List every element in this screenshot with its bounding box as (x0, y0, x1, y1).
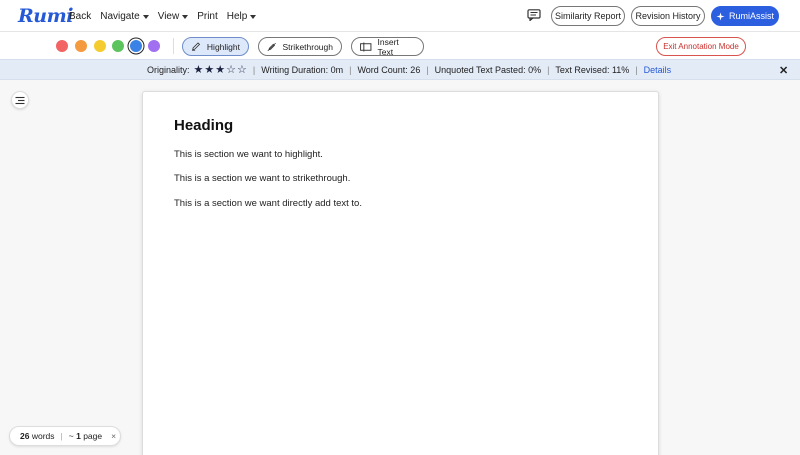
navigate-label: Navigate (100, 11, 140, 22)
exit-annotation-mode-button[interactable]: Exit Annotation Mode (656, 37, 746, 56)
document-paragraph[interactable]: This is section we want to highlight. (174, 149, 323, 160)
document-paragraph[interactable]: This is a section we want directly add t… (174, 198, 362, 209)
view-menu[interactable]: View (158, 11, 189, 22)
status-divider: | (635, 65, 638, 75)
status-divider: | (349, 65, 352, 75)
highlight-button[interactable]: Highlight (182, 37, 249, 56)
footer-page-prefix: ~ (68, 431, 74, 441)
close-icon[interactable]: ✕ (779, 64, 788, 77)
details-link[interactable]: Details (644, 65, 672, 75)
back-link[interactable]: Back (69, 11, 91, 22)
text-revised: Text Revised: 11% (555, 65, 630, 75)
insert-text-label: Insert Text (377, 36, 399, 57)
star-filled-icon: ★ (215, 63, 226, 76)
rumi-logo[interactable]: Rumi (18, 5, 73, 27)
footer-divider: | (60, 431, 63, 441)
star-filled-icon: ★ (204, 63, 215, 76)
pencil-icon (192, 42, 201, 51)
strikethrough-label: Strikethrough (282, 41, 333, 52)
color-swatch-green[interactable] (112, 40, 124, 52)
document-paragraph[interactable]: This is a section we want to strikethrou… (174, 173, 350, 184)
color-swatch-purple[interactable] (148, 40, 160, 52)
document-page[interactable]: Heading This is section we want to highl… (142, 91, 659, 455)
help-label: Help (226, 11, 248, 22)
word-count-widget: 26 words | ~ 1 page × (9, 426, 121, 446)
strikethrough-button[interactable]: Strikethrough (258, 37, 342, 56)
star-empty-icon: ☆ (226, 63, 237, 76)
revision-history-button[interactable]: Revision History (631, 6, 705, 26)
print-link[interactable]: Print (197, 11, 218, 22)
strike-pencil-icon (267, 42, 276, 51)
color-swatch-yellow[interactable] (94, 40, 106, 52)
footer-words-label: words (31, 431, 55, 441)
similarity-report-button[interactable]: Similarity Report (551, 6, 625, 26)
list-icon (15, 96, 25, 104)
originality-status-bar: Originality: ★ ★ ★ ☆ ☆ | Writing Duration: 0… (0, 59, 800, 80)
main-menu: Back Navigate View Print Help (69, 11, 257, 22)
status-divider: | (547, 65, 550, 75)
chevron-down-icon (142, 14, 149, 19)
annotation-toolbar: Highlight Strikethrough Insert Text Exit… (0, 31, 800, 59)
chevron-down-icon (182, 14, 189, 19)
close-icon[interactable]: × (111, 431, 116, 441)
insert-text-button[interactable]: Insert Text (351, 36, 424, 57)
text-box-icon (360, 41, 372, 52)
originality-label: Originality: (147, 65, 190, 75)
chevron-down-icon (250, 14, 257, 19)
status-divider: | (426, 65, 429, 75)
highlight-label: Highlight (206, 41, 240, 52)
sparkle-icon (716, 11, 725, 21)
rumi-assist-button[interactable]: RumiAssist (711, 6, 779, 26)
writing-duration: Writing Duration: 0m (261, 65, 344, 75)
word-count: Word Count: 26 (357, 65, 421, 75)
toolbar-divider (173, 38, 174, 54)
outline-toggle-button[interactable] (11, 91, 29, 109)
footer-word-count: 26 (20, 431, 30, 441)
color-swatch-blue[interactable] (130, 40, 142, 52)
footer-page-count: 1 (76, 431, 81, 441)
status-divider: | (252, 65, 256, 75)
view-label: View (157, 11, 180, 22)
comment-icon[interactable] (527, 9, 541, 21)
top-nav: Rumi Back Navigate View Print Help Simil… (0, 0, 800, 31)
star-filled-icon: ★ (193, 63, 204, 76)
star-empty-icon: ☆ (237, 63, 247, 76)
color-swatch-orange[interactable] (75, 40, 87, 52)
unquoted-text-pasted: Unquoted Text Pasted: 0% (434, 65, 542, 75)
navigate-menu[interactable]: Navigate (100, 11, 149, 22)
color-swatch-red[interactable] (56, 40, 68, 52)
document-heading[interactable]: Heading (174, 117, 233, 134)
status-metrics: Originality: ★ ★ ★ ☆ ☆ | Writing Duration: 0… (147, 63, 672, 76)
originality-rating: ★ ★ ★ ☆ ☆ (193, 63, 247, 76)
footer-page-label: page (83, 431, 103, 441)
help-menu[interactable]: Help (227, 11, 257, 22)
rumi-assist-label: RumiAssist (728, 11, 774, 21)
